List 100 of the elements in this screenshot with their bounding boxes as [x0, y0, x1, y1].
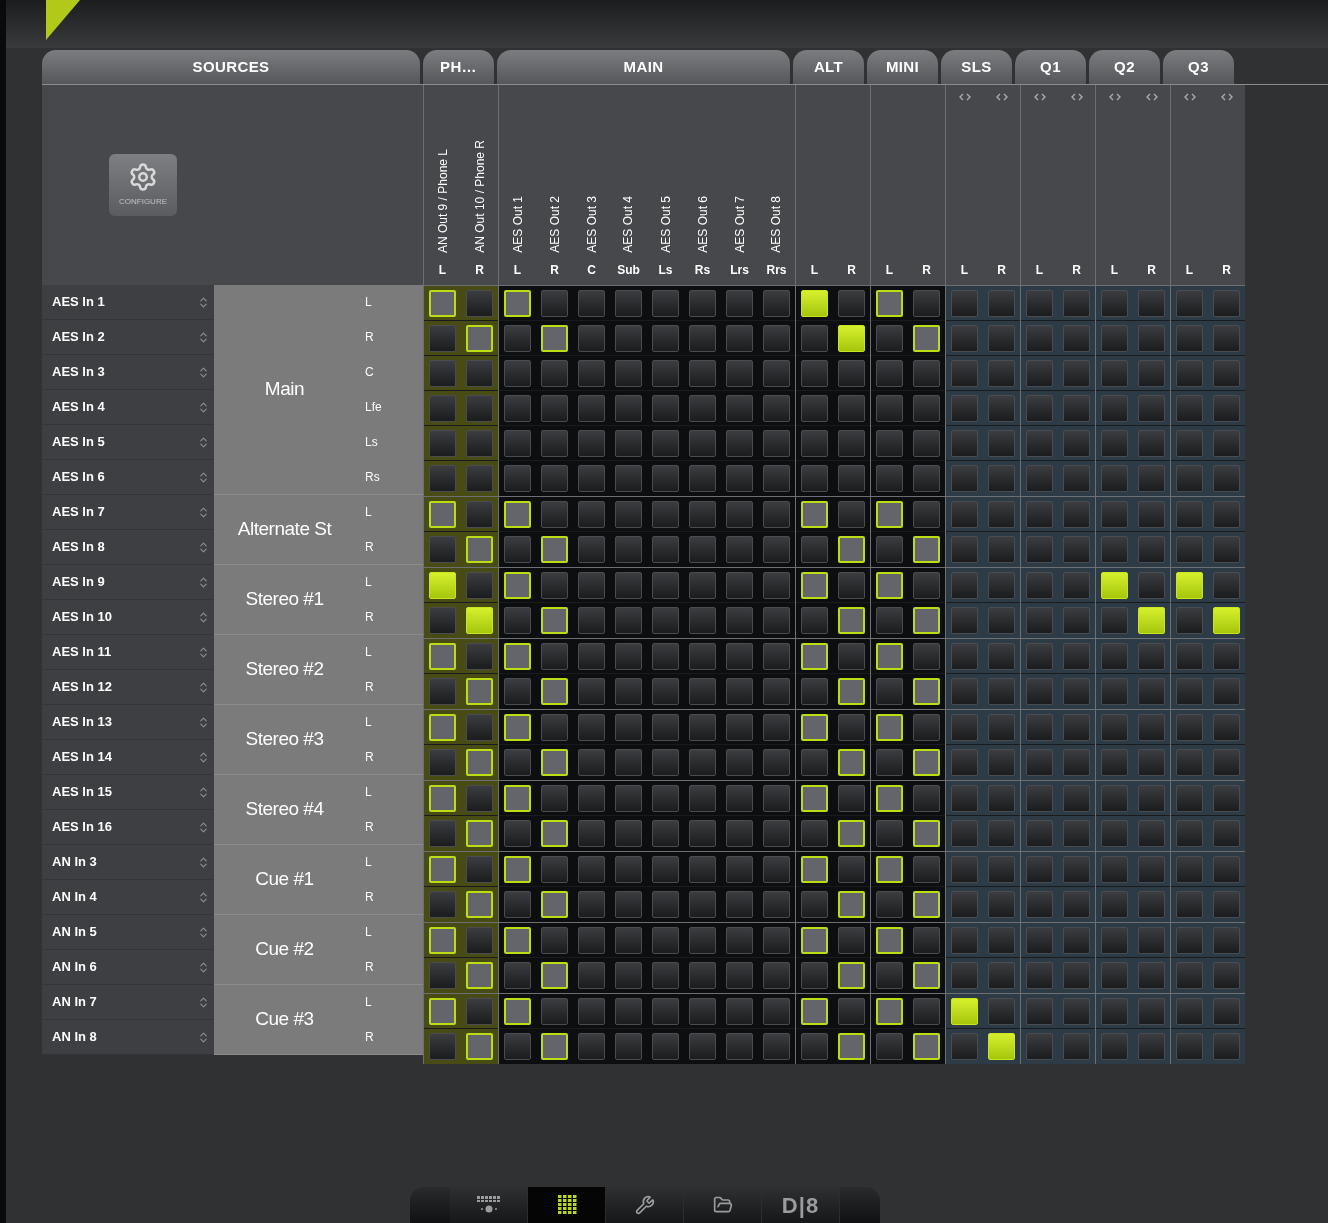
output-name: AES Out 7 [731, 196, 748, 253]
source-label: AN In 7 [52, 993, 97, 1012]
logo-text: D|8 [781, 1191, 820, 1220]
nav-tab[interactable] [528, 1187, 606, 1223]
nav-tab[interactable]: D|8 [762, 1187, 840, 1223]
source-row[interactable]: AN In 4 [42, 880, 214, 915]
up-down-icon [197, 295, 210, 309]
source-label: AES In 16 [52, 818, 112, 837]
channel-label: R [365, 748, 374, 766]
output-channel-label: R [550, 262, 559, 279]
source-row[interactable]: AN In 3 [42, 845, 214, 880]
source-label: AES In 12 [52, 678, 112, 697]
channel-label: L [365, 784, 372, 802]
corner-triangle-icon [46, 0, 80, 40]
source-row[interactable]: AES In 11 [42, 635, 214, 670]
output-name: AN Out 10 / Phone R [471, 140, 488, 253]
output-channel-label: L [810, 262, 819, 279]
nav-tab[interactable] [606, 1187, 684, 1223]
nav-tab[interactable] [450, 1187, 528, 1223]
source-row[interactable]: AES In 13 [42, 705, 214, 740]
source-row[interactable]: AES In 14 [42, 740, 214, 775]
pan-arrows-icon[interactable] [1107, 93, 1122, 101]
output-group-tab[interactable]: PH… [423, 50, 494, 84]
source-row[interactable]: AES In 10 [42, 600, 214, 635]
source-label: AES In 6 [52, 468, 105, 487]
pan-arrows-icon[interactable] [957, 93, 972, 101]
source-label: AES In 8 [52, 538, 105, 557]
source-row[interactable]: AN In 7 [42, 985, 214, 1020]
source-row[interactable]: AES In 8 [42, 530, 214, 565]
pan-arrows-icon[interactable] [1219, 93, 1234, 101]
output-group-tab[interactable]: MAIN [497, 50, 790, 84]
source-row[interactable]: AES In 7 [42, 495, 214, 530]
source-label: AN In 6 [52, 958, 97, 977]
grid-icon [555, 1194, 578, 1216]
source-label: AES In 11 [52, 643, 112, 662]
up-down-icon [197, 575, 210, 589]
pan-arrows-icon[interactable] [1144, 93, 1159, 101]
up-down-icon [197, 750, 210, 764]
pan-arrows-icon[interactable] [1182, 93, 1197, 101]
output-channel-label: L [1110, 262, 1119, 279]
channel-label: L [365, 294, 372, 312]
output-name: AES Out 4 [620, 196, 637, 253]
source-row[interactable]: AES In 9 [42, 565, 214, 600]
channel-label: R [365, 608, 374, 626]
up-down-icon [197, 890, 210, 904]
output-channel-label: R [1222, 262, 1231, 279]
pan-arrows-icon[interactable] [1032, 93, 1047, 101]
pan-arrows-icon[interactable] [1069, 93, 1084, 101]
group-name: Stereo #1 [245, 587, 324, 612]
source-row[interactable]: AES In 12 [42, 670, 214, 705]
nav-tab[interactable] [684, 1187, 762, 1223]
channel-label: R [365, 538, 374, 556]
output-channel-label: L [513, 262, 522, 279]
source-row[interactable]: AES In 4 [42, 390, 214, 425]
output-name: AES Out 5 [657, 196, 674, 253]
group-name: Cue #2 [255, 937, 314, 962]
channel-label: L [365, 644, 372, 662]
source-label: AN In 5 [52, 923, 97, 942]
output-group-tab[interactable]: Q2 [1089, 50, 1160, 84]
source-row[interactable]: AES In 2 [42, 320, 214, 355]
source-row[interactable]: AN In 8 [42, 1020, 214, 1055]
source-label: AES In 13 [52, 713, 112, 732]
source-row[interactable]: AN In 6 [42, 950, 214, 985]
output-channel-label: C [587, 262, 596, 279]
channel-label: C [365, 364, 374, 382]
source-label: AES In 1 [52, 293, 105, 312]
channel-label: R [365, 818, 374, 836]
source-label: AES In 15 [52, 783, 112, 802]
output-group-tab[interactable]: SLS [941, 50, 1012, 84]
output-channel-label: Ls [658, 262, 673, 279]
source-row[interactable]: AES In 5 [42, 425, 214, 460]
group-name: Cue #1 [255, 867, 314, 892]
source-row[interactable]: AN In 5 [42, 915, 214, 950]
channel-label: R [365, 958, 374, 976]
source-row[interactable]: AES In 6 [42, 460, 214, 495]
up-down-icon [197, 365, 210, 379]
output-channel-label: R [1072, 262, 1081, 279]
up-down-icon [197, 1030, 210, 1044]
up-down-icon [197, 435, 210, 449]
output-channel-label: R [997, 262, 1006, 279]
source-row[interactable]: AES In 16 [42, 810, 214, 845]
source-row[interactable]: AES In 15 [42, 775, 214, 810]
output-channel-label: R [1147, 262, 1156, 279]
source-label: AN In 4 [52, 888, 97, 907]
output-group-tab[interactable]: MINI [867, 50, 938, 84]
pan-arrows-icon[interactable] [994, 93, 1009, 101]
output-group-tab[interactable]: Q3 [1163, 50, 1234, 84]
source-label: AN In 3 [52, 853, 97, 872]
output-group-tab[interactable]: Q1 [1015, 50, 1086, 84]
output-name: AES Out 8 [768, 196, 785, 253]
source-row[interactable]: AES In 3 [42, 355, 214, 390]
channel-label: R [365, 888, 374, 906]
output-channel-label: Lrs [730, 262, 749, 279]
group-name: Alternate St [237, 517, 332, 542]
output-group-tab[interactable]: ALT [793, 50, 864, 84]
output-name: AES Out 6 [694, 196, 711, 253]
source-row[interactable]: AES In 1 [42, 285, 214, 320]
up-down-icon [197, 400, 210, 414]
output-channel-label: Rrs [766, 262, 787, 279]
folder-icon [712, 1195, 733, 1215]
